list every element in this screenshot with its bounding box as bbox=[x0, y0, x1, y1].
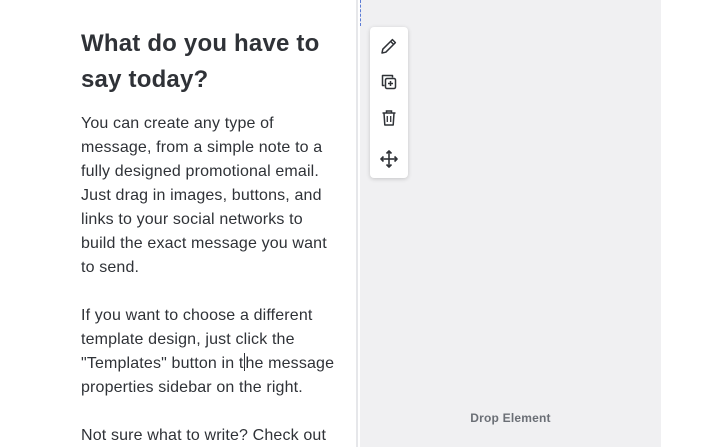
text-content[interactable]: What do you have to say today? You can c… bbox=[81, 26, 343, 447]
drop-element-label: Drop Element bbox=[470, 411, 551, 425]
canvas-margin bbox=[661, 0, 717, 447]
block-action-toolbar bbox=[370, 27, 408, 178]
intro-paragraph[interactable]: You can create any type of message, from… bbox=[81, 112, 343, 280]
trash-icon bbox=[382, 110, 396, 126]
move-handle[interactable] bbox=[377, 147, 401, 171]
help-paragraph[interactable]: Not sure what to write? Check out bbox=[81, 424, 343, 447]
pencil-icon bbox=[381, 38, 397, 54]
alignment-guide-line bbox=[360, 0, 361, 26]
delete-button[interactable] bbox=[377, 106, 401, 130]
message-editor-canvas: What do you have to say today? You can c… bbox=[0, 0, 717, 447]
duplicate-icon bbox=[381, 74, 397, 90]
edit-button[interactable] bbox=[377, 34, 401, 58]
move-icon bbox=[380, 150, 398, 168]
message-heading[interactable]: What do you have to say today? bbox=[81, 26, 343, 98]
templates-paragraph[interactable]: If you want to choose a different templa… bbox=[81, 304, 343, 400]
text-content-block[interactable]: What do you have to say today? You can c… bbox=[0, 0, 358, 447]
duplicate-button[interactable] bbox=[377, 70, 401, 94]
